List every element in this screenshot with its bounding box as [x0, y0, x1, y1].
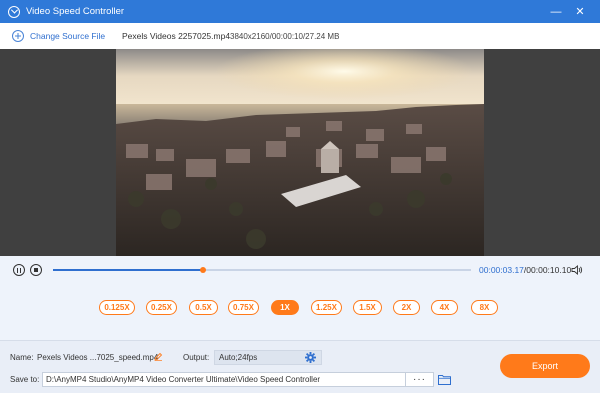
- total-time: 00:00:10.10: [526, 265, 572, 275]
- speed-option-025x[interactable]: 0.25X: [146, 300, 177, 315]
- window-title: Video Speed Controller: [26, 6, 125, 17]
- speed-option-4x[interactable]: 4X: [431, 300, 458, 315]
- pause-icon[interactable]: [13, 264, 25, 276]
- save-path-field[interactable]: D:\AnyMP4 Studio\AnyMP4 Video Converter …: [42, 372, 406, 387]
- current-time: 00:00:03.17: [479, 265, 524, 275]
- save-to-label: Save to:: [10, 375, 40, 384]
- save-path-value: D:\AnyMP4 Studio\AnyMP4 Video Converter …: [46, 375, 321, 384]
- output-file-name: Pexels Videos ...7025_speed.mp4: [37, 353, 159, 362]
- export-button[interactable]: Export: [500, 354, 590, 378]
- stop-icon[interactable]: [30, 264, 42, 276]
- speed-option-05x[interactable]: 0.5X: [189, 300, 218, 315]
- video-preview-area: [0, 49, 600, 256]
- progress-fill: [53, 269, 204, 271]
- speed-option-15x[interactable]: 1.5X: [353, 300, 382, 315]
- video-frame-image: [116, 49, 484, 256]
- toolbar: Change Source File Pexels Videos 2257025…: [0, 23, 600, 49]
- progress-handle[interactable]: [200, 267, 207, 273]
- speed-option-075x[interactable]: 0.75X: [228, 300, 259, 315]
- output-label: Output:: [183, 353, 210, 362]
- progress-slider[interactable]: [53, 267, 471, 273]
- source-file-name: Pexels Videos 2257025.mp4: [122, 31, 231, 41]
- name-label: Name:: [10, 353, 34, 362]
- browse-more-button[interactable]: ···: [406, 372, 434, 387]
- speed-option-0125x[interactable]: 0.125X: [99, 300, 135, 315]
- add-circle-icon: [12, 30, 24, 42]
- output-settings-panel: Name: Pexels Videos ...7025_speed.mp4 Ou…: [0, 340, 600, 393]
- output-format-value: Auto;24fps: [219, 353, 258, 362]
- speed-option-1x[interactable]: 1X: [271, 300, 299, 315]
- folder-icon[interactable]: [438, 374, 451, 385]
- speed-option-8x[interactable]: 8X: [471, 300, 498, 315]
- close-icon[interactable]: ✕: [568, 0, 592, 23]
- time-display: 00:00:03.17/00:00:10.10: [479, 265, 571, 275]
- volume-icon[interactable]: [571, 265, 583, 275]
- playback-controls: 00:00:03.17/00:00:10.10: [0, 256, 600, 284]
- gear-icon[interactable]: [305, 352, 316, 363]
- speed-option-2x[interactable]: 2X: [393, 300, 420, 315]
- speed-options: 0.125X 0.25X 0.5X 0.75X 1X 1.25X 1.5X 2X…: [0, 284, 600, 340]
- app-icon: [8, 5, 20, 18]
- video-frame[interactable]: [116, 49, 484, 256]
- change-source-label: Change Source File: [30, 31, 106, 41]
- change-source-button[interactable]: Change Source File: [12, 30, 105, 42]
- speed-option-125x[interactable]: 1.25X: [311, 300, 342, 315]
- edit-icon[interactable]: [154, 352, 163, 361]
- title-bar: Video Speed Controller — ✕: [0, 0, 600, 23]
- source-file-meta: 3840x2160/00:00:10/27.24 MB: [230, 31, 340, 41]
- minimize-icon[interactable]: —: [544, 0, 568, 23]
